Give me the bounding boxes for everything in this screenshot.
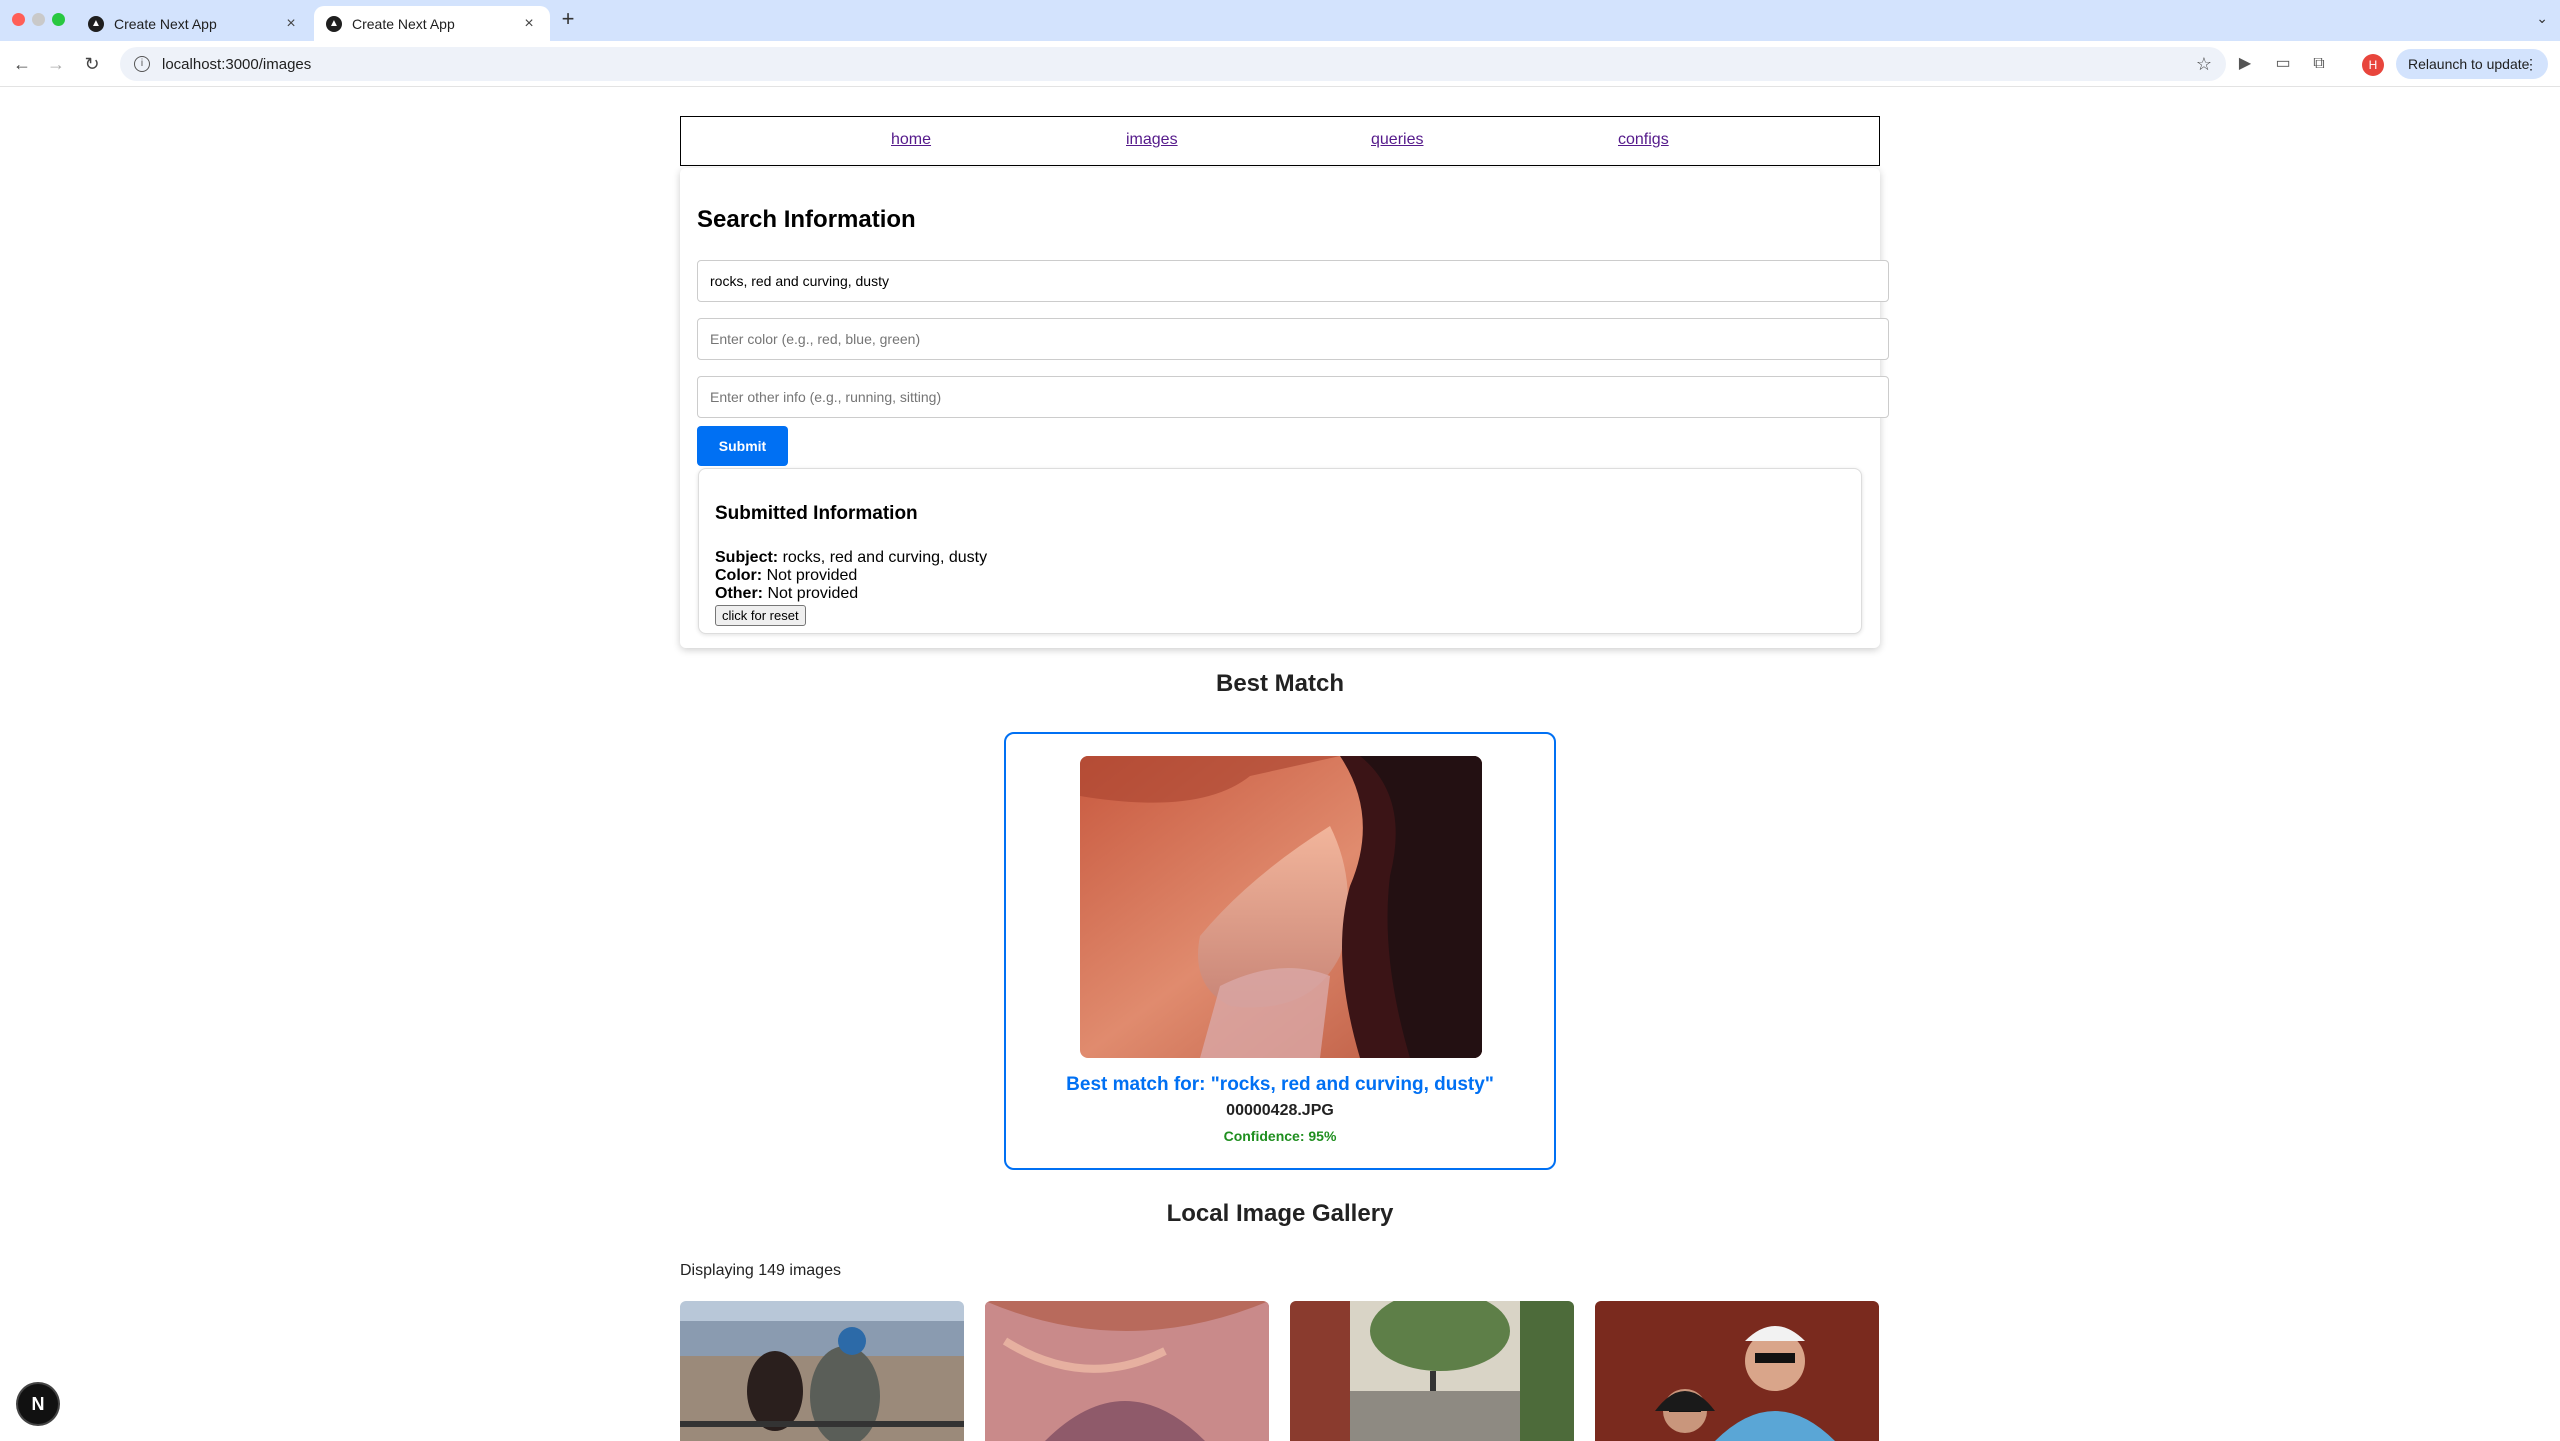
best-match-confidence: Confidence: 95% <box>1223 1128 1337 1144</box>
url-text: localhost:3000/images <box>162 55 312 73</box>
gallery-thumbnail[interactable] <box>985 1301 1269 1441</box>
submitted-color-line: Color: Not provided <box>715 567 857 585</box>
media-play-icon[interactable]: ▶ <box>2234 53 2256 75</box>
subject-value: rocks, red and curving, dusty <box>782 549 988 566</box>
bookmark-star-icon[interactable]: ☆ <box>2196 54 2212 75</box>
nextjs-favicon-icon: ▲ <box>88 15 104 32</box>
new-tab-button[interactable]: + <box>556 8 580 32</box>
nav-link-configs[interactable]: configs <box>1618 131 1669 149</box>
close-window-button[interactable] <box>12 13 25 26</box>
color-input[interactable] <box>697 318 1889 360</box>
submitted-title: Submitted Information <box>715 503 918 524</box>
best-match-filename: 00000428.JPG <box>1226 1102 1334 1119</box>
best-match-caption: Best match for: "rocks, red and curving,… <box>1066 1074 1494 1095</box>
close-icon[interactable]: × <box>282 15 300 33</box>
minimize-window-button[interactable] <box>32 13 45 26</box>
profile-avatar[interactable]: H <box>2362 54 2384 76</box>
gallery-thumbnail[interactable] <box>1595 1301 1879 1441</box>
more-menu-icon: ⋮ <box>2524 56 2538 72</box>
reset-button[interactable]: click for reset <box>715 605 806 626</box>
nav-link-home[interactable]: home <box>891 131 931 149</box>
color-value: Not provided <box>766 567 858 584</box>
subject-input[interactable] <box>697 260 1889 302</box>
color-label: Color: <box>715 567 763 584</box>
extensions-puzzle-icon[interactable]: ⧉ <box>2308 53 2330 75</box>
best-match-image[interactable] <box>1080 756 1482 1058</box>
close-icon[interactable]: × <box>520 15 538 33</box>
submitted-information-panel: Submitted Information Subject: rocks, re… <box>698 468 1862 634</box>
gallery-count: Displaying 149 images <box>680 1262 841 1279</box>
nav-link-images[interactable]: images <box>1126 131 1178 149</box>
submit-button[interactable]: Submit <box>697 426 788 466</box>
maximize-window-button[interactable] <box>52 13 65 26</box>
submitted-subject-line: Subject: rocks, red and curving, dusty <box>715 549 987 567</box>
cast-icon[interactable]: ▭ <box>2272 53 2294 75</box>
top-navigation: home images queries configs <box>680 116 1880 166</box>
page-content: home images queries configs Search Infor… <box>0 88 2560 1441</box>
other-value: Not provided <box>767 585 859 602</box>
back-arrow-icon[interactable]: ← <box>10 52 34 76</box>
forward-arrow-icon[interactable]: → <box>44 52 68 76</box>
tab-title: Create Next App <box>114 15 217 32</box>
browser-tab-active[interactable]: ▲ Create Next App × <box>314 6 550 41</box>
nextjs-dev-tools-badge[interactable]: N <box>18 1384 58 1424</box>
reload-icon[interactable]: ↻ <box>80 52 104 76</box>
nav-link-queries[interactable]: queries <box>1371 131 1423 149</box>
subject-label: Subject: <box>715 549 779 566</box>
search-information-card: Search Information Submit Submitted Info… <box>680 168 1889 648</box>
relaunch-to-update-button[interactable]: Relaunch to update ⋮ <box>2396 49 2548 79</box>
nextjs-favicon-icon: ▲ <box>326 15 342 32</box>
address-bar[interactable]: i localhost:3000/images ☆ <box>120 47 2226 81</box>
gallery-thumbnail[interactable] <box>1290 1301 1574 1441</box>
other-label: Other: <box>715 585 763 602</box>
tab-search-chevron-icon[interactable]: ⌄ <box>2536 10 2548 27</box>
best-match-heading: Best Match <box>1215 670 1345 697</box>
relaunch-label: Relaunch to update <box>2408 56 2530 72</box>
browser-toolbar: ← → ↻ i localhost:3000/images ☆ ▶ ▭ ⧉ <box>0 41 2560 87</box>
gallery-thumbnail[interactable] <box>680 1301 964 1441</box>
browser-tab-bar: ▲ Create Next App × ▲ Create Next App × … <box>0 0 2560 41</box>
site-info-icon[interactable]: i <box>134 56 150 72</box>
tab-title: Create Next App <box>352 15 455 32</box>
search-title: Search Information <box>697 206 916 233</box>
browser-tab[interactable]: ▲ Create Next App × <box>76 6 312 41</box>
other-info-input[interactable] <box>697 376 1889 418</box>
submitted-other-line: Other: Not provided <box>715 585 858 603</box>
best-match-card: Best match for: "rocks, red and curving,… <box>1004 732 1556 1170</box>
gallery-heading: Local Image Gallery <box>1166 1200 1394 1227</box>
